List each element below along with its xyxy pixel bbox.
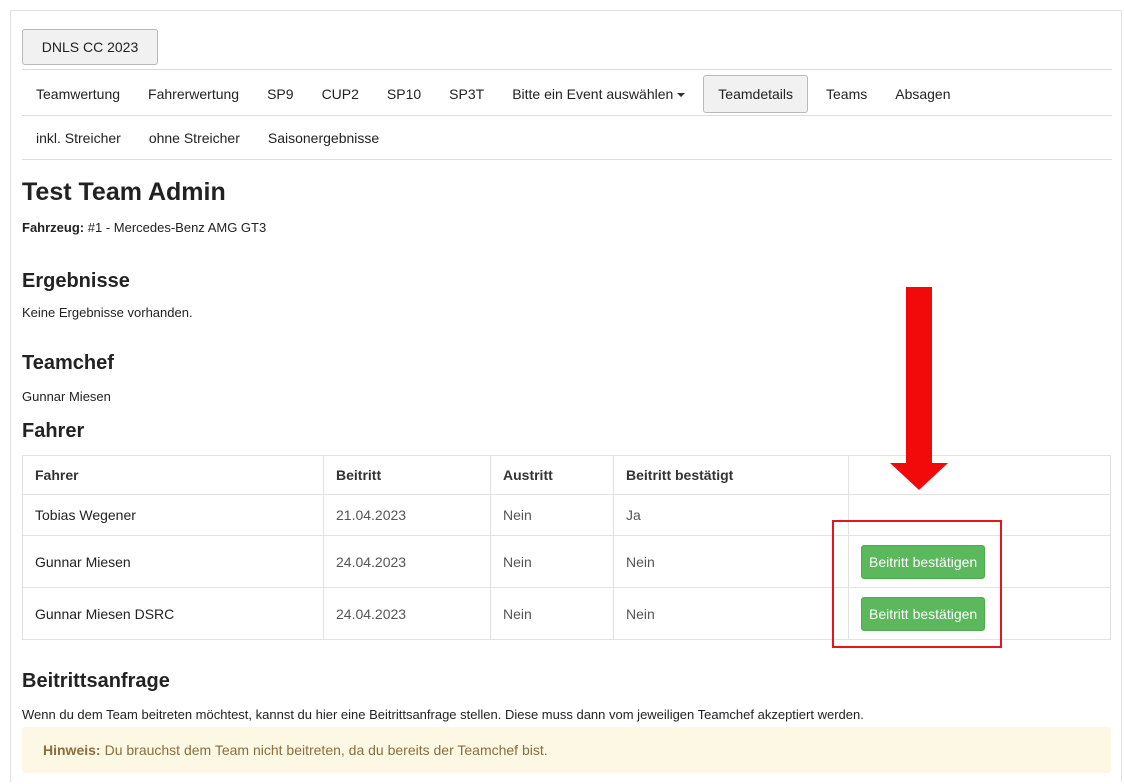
series-button[interactable]: DNLS CC 2023 — [22, 29, 158, 65]
hint-text: Du brauchst dem Team nicht beitreten, da… — [104, 742, 548, 758]
nav-event-dropdown[interactable]: Bitte ein Event auswählen — [498, 86, 699, 102]
arrow-down-icon-head — [890, 463, 948, 490]
subnav-ohne-streicher[interactable]: ohne Streicher — [135, 130, 254, 146]
driver-name: Gunnar Miesen DSRC — [22, 587, 324, 640]
join-request-heading: Beitrittsanfrage — [22, 670, 170, 692]
column-header: Beitritt bestätigt — [613, 455, 849, 495]
results-heading: Ergebnisse — [22, 270, 130, 292]
drivers-heading: Fahrer — [22, 420, 85, 442]
main-nav: Teamwertung Fahrerwertung SP9 CUP2 SP10 … — [22, 72, 1112, 116]
driver-left: Nein — [490, 587, 614, 640]
join-request-text: Wenn du dem Team beitreten möchtest, kan… — [22, 707, 864, 722]
results-empty-text: Keine Ergebnisse vorhanden. — [22, 305, 193, 320]
caret-down-icon — [677, 93, 686, 98]
divider — [22, 159, 1112, 160]
driver-left: Nein — [490, 535, 614, 588]
nav-sp9[interactable]: SP9 — [253, 86, 307, 102]
nav-absagen[interactable]: Absagen — [881, 86, 964, 102]
driver-joined: 24.04.2023 — [323, 535, 491, 588]
nav-cup2[interactable]: CUP2 — [308, 86, 373, 102]
driver-left: Nein — [490, 494, 614, 536]
teamchef-heading: Teamchef — [22, 352, 114, 374]
column-header: Austritt — [490, 455, 614, 495]
driver-confirmed: Nein — [613, 587, 849, 640]
nav-sp10[interactable]: SP10 — [373, 86, 435, 102]
page-title: Test Team Admin — [22, 178, 226, 206]
column-header: Beitritt — [323, 455, 491, 495]
vehicle-value: #1 - Mercedes-Benz AMG GT3 — [87, 220, 267, 235]
nav-sp3t[interactable]: SP3T — [435, 86, 498, 102]
driver-name: Tobias Wegener — [22, 494, 324, 536]
sub-nav: inkl. Streicher ohne Streicher Saisonerg… — [22, 118, 1112, 158]
driver-joined: 24.04.2023 — [323, 587, 491, 640]
driver-name: Gunnar Miesen — [22, 535, 324, 588]
vehicle-info: Fahrzeug: #1 - Mercedes-Benz AMG GT3 — [22, 220, 266, 235]
driver-joined: 21.04.2023 — [323, 494, 491, 536]
column-header-actions — [848, 455, 1111, 495]
subnav-inkl-streicher[interactable]: inkl. Streicher — [22, 130, 135, 146]
nav-teamdetails[interactable]: Teamdetails — [703, 75, 808, 113]
nav-teamwertung[interactable]: Teamwertung — [22, 86, 134, 102]
annotation-highlight-box — [832, 520, 1002, 648]
divider — [22, 69, 1112, 70]
arrow-down-icon — [906, 287, 932, 465]
teamchef-name: Gunnar Miesen — [22, 389, 111, 404]
nav-teams[interactable]: Teams — [812, 86, 881, 102]
column-header: Fahrer — [22, 455, 324, 495]
vehicle-label: Fahrzeug: — [22, 220, 85, 235]
driver-confirmed: Nein — [613, 535, 849, 588]
nav-event-dropdown-label: Bitte ein Event auswählen — [512, 86, 674, 102]
subnav-saisonergebnisse[interactable]: Saisonergebnisse — [254, 130, 393, 146]
hint-label: Hinweis: — [43, 742, 101, 758]
driver-confirmed: Ja — [613, 494, 849, 536]
nav-fahrerwertung[interactable]: Fahrerwertung — [134, 86, 253, 102]
hint-alert: Hinweis: Du brauchst dem Team nicht beit… — [22, 727, 1111, 773]
divider — [22, 115, 1112, 116]
